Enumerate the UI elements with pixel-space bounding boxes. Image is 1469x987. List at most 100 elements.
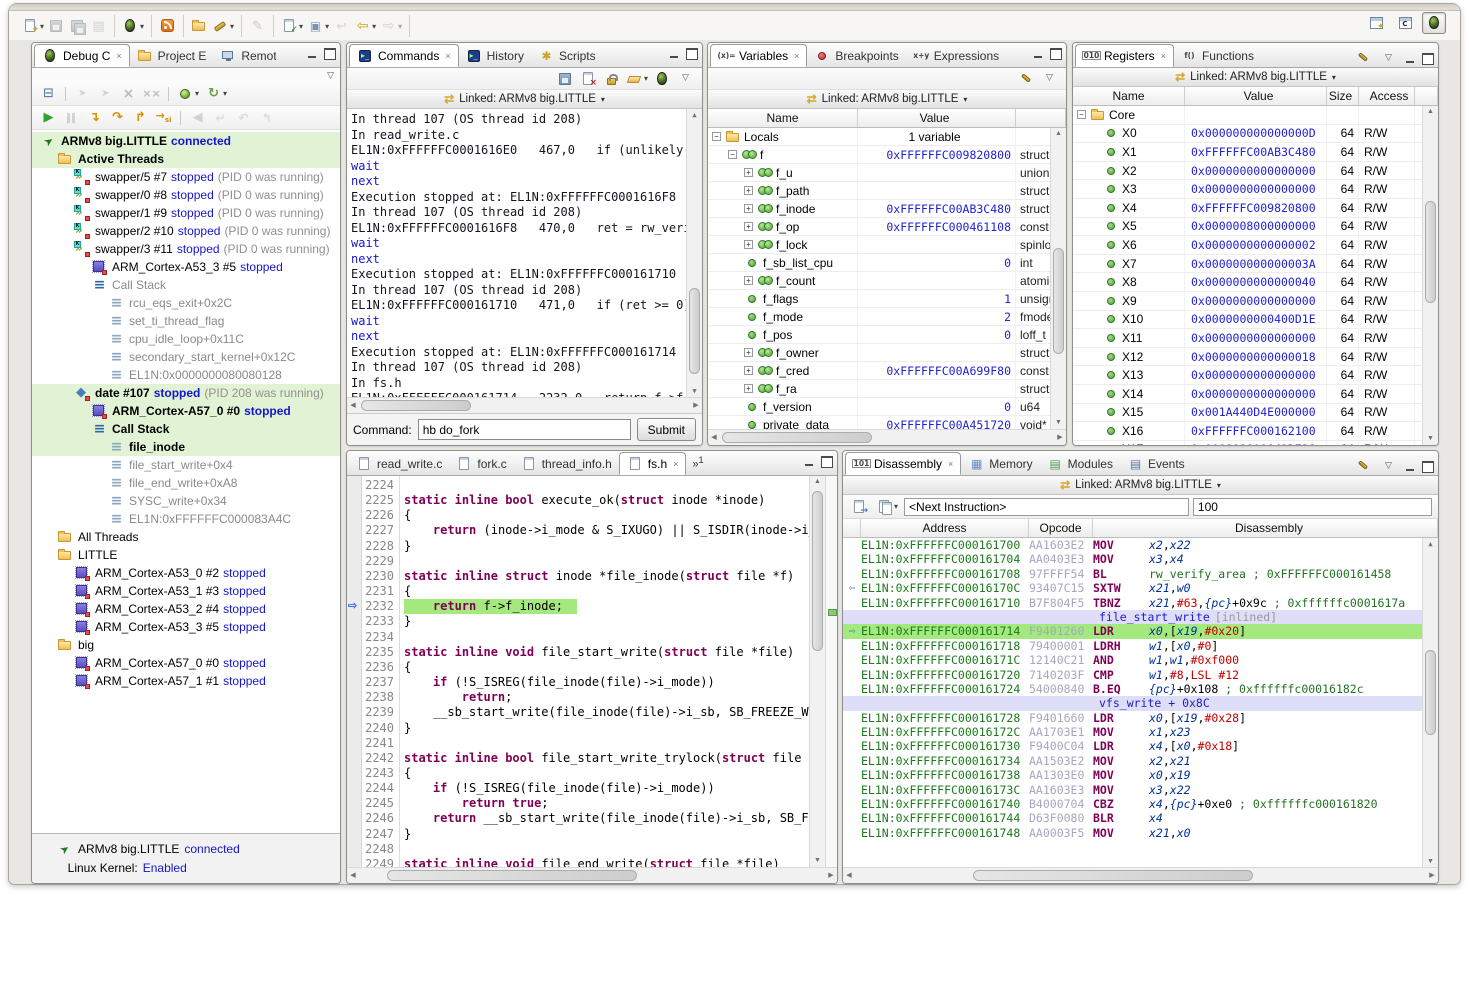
tab-history[interactable]: ▸_History (459, 44, 531, 67)
lock-scroll-button[interactable] (601, 69, 622, 89)
column-header-gutter[interactable] (843, 519, 861, 537)
tab-disassembly[interactable]: 101Disassembly× (845, 452, 961, 475)
table-row-x4[interactable]: X40xFFFFFFC00982080064R/W (1073, 199, 1438, 218)
table-row-f-cred[interactable]: +f_cred0xFFFFFFC00A699F80const stru (708, 362, 1066, 380)
commands-console[interactable]: In thread 107 (OS thread id 208)In read_… (347, 109, 702, 397)
table-row-core[interactable]: −Core (1073, 106, 1438, 125)
collapse-all-button[interactable]: ⊟ (38, 84, 59, 104)
tree-item-arm-cortex-a53-3-5[interactable]: ARM_Cortex-A53_3 #5stopped (32, 258, 340, 276)
step-in-button[interactable]: ↴ (84, 108, 105, 128)
vertical-scrollbar[interactable]: ▲▼ (1050, 128, 1066, 429)
view-menu-button[interactable]: ▽ (675, 69, 696, 89)
column-header-disassembly[interactable]: Disassembly (1093, 519, 1438, 537)
column-header-opcode[interactable]: Opcode (1029, 519, 1093, 537)
pin-button[interactable] (1016, 69, 1037, 89)
vertical-scrollbar[interactable]: ▲▼ (686, 109, 702, 397)
tab-modules[interactable]: ▤Modules (1040, 452, 1120, 475)
table-row-f-pos[interactable]: f_pos0loff_t (708, 326, 1066, 344)
registers-header[interactable]: NameValueSizeAccess (1073, 87, 1438, 106)
debug-button[interactable]: ▾ (120, 16, 146, 36)
maximize-button[interactable] (820, 456, 832, 467)
minimize-button[interactable] (1032, 48, 1044, 59)
horizontal-scrollbar[interactable]: ◀▶ (843, 867, 1438, 883)
disassembly-row[interactable]: EL1N:0xFFFFFFC000161728F9401660LDRx0,[x1… (843, 711, 1438, 725)
open-folder-button[interactable] (189, 16, 210, 36)
minimize-button[interactable] (306, 48, 318, 59)
maximize-button[interactable] (323, 48, 335, 59)
vertical-scrollbar[interactable]: ▲▼ (1422, 538, 1438, 867)
tab-memory[interactable]: ▦Memory (961, 452, 1039, 475)
view-menu-button[interactable]: ▽ (1378, 456, 1399, 476)
table-row-x9[interactable]: X90x000000000000000064R/W (1073, 292, 1438, 311)
minimize-button[interactable] (1404, 53, 1416, 64)
table-row-f-path[interactable]: +f_pathstruct pat (708, 182, 1066, 200)
table-row-x7[interactable]: X70x000000000000003A64R/W (1073, 255, 1438, 274)
disassembly-row[interactable]: EL1N:0xFFFFFFC00016170897FFFF54BLrw_veri… (843, 567, 1438, 581)
view-menu-icon[interactable]: ▽ (327, 70, 334, 81)
minimize-button[interactable] (668, 48, 680, 59)
tab-fs-h[interactable]: fs.h× (619, 452, 687, 475)
table-row-x3[interactable]: X30x000000000000000064R/W (1073, 180, 1438, 199)
new-file-button[interactable]: ✦▾ (20, 16, 46, 36)
table-row-x6[interactable]: X60x000000000000000264R/W (1073, 236, 1438, 255)
tree-item-swapper-3-11[interactable]: »Kswapper/3 #11stopped(PID 0 was running… (32, 240, 340, 258)
view-menu-button[interactable]: ▽ (1378, 48, 1399, 68)
tree-item-arm-cortex-a53-1-3[interactable]: ARM_Cortex-A53_1 #3stopped (32, 582, 340, 600)
column-header-access[interactable]: Access (1359, 87, 1415, 105)
step-over-button[interactable]: ↷ (107, 108, 128, 128)
tree-item-all-threads[interactable]: All Threads (32, 528, 340, 546)
linked-context-bar[interactable]: ⇄Linked: ARMv8 big.LITTLE▾ (347, 90, 702, 109)
table-row-x1[interactable]: X10xFFFFFFC00AB3C48064R/W (1073, 143, 1438, 162)
tree-item-cpu-idle-loop-0x11c[interactable]: ≡cpu_idle_loop+0x11C (32, 330, 340, 348)
table-row-f-count[interactable]: +f_countatomic_lo (708, 272, 1066, 290)
vertical-scrollbar[interactable]: ▲▼ (1422, 106, 1438, 445)
column-header-name[interactable]: Name (1073, 87, 1185, 105)
refresh-button[interactable]: ↻▾ (203, 84, 229, 104)
tree-item-arm-cortex-a57-1-1[interactable]: ARM_Cortex-A57_1 #1stopped (32, 672, 340, 690)
feed-button[interactable] (157, 16, 178, 36)
flashlight-button[interactable]: ▾ (210, 16, 236, 36)
maximize-button[interactable] (1049, 48, 1061, 59)
table-row-private-data[interactable]: private_data0xFFFFFFC00A451720void* (708, 416, 1066, 429)
table-row-f-u[interactable]: +f_uunion (708, 164, 1066, 182)
scrollbar-thumb[interactable] (387, 870, 637, 881)
column-header-value[interactable]: Value (1185, 87, 1327, 105)
disassembly-row[interactable]: EL1N:0xFFFFFFC00016172CAA1703E1MOVx1,x23 (843, 725, 1438, 739)
scrollbar-thumb[interactable] (361, 400, 471, 411)
editor-code-area[interactable]: static inline bool execute_ok(struct ino… (400, 476, 825, 867)
vertical-scrollbar[interactable]: ▲▼ (809, 476, 825, 867)
table-row-f-ra[interactable]: +f_rastruct file (708, 380, 1066, 398)
table-row-x15[interactable]: X150x001A440D4E00000064R/W (1073, 404, 1438, 423)
pin-button[interactable] (1353, 48, 1374, 68)
table-row-f-sb-list-cpu[interactable]: f_sb_list_cpu0int (708, 254, 1066, 272)
column-header-name[interactable]: Name (708, 109, 858, 127)
tab-remote[interactable]: Remote (213, 44, 276, 67)
disassembly-row[interactable]: EL1N:0xFFFFFFC00016171879400001LDRHw1,[x… (843, 639, 1438, 653)
hidden-tabs-indicator[interactable]: »1 (692, 455, 703, 475)
editor-body[interactable]: ⇨ 22242225222622272228222922302231223222… (347, 476, 837, 867)
tree-item-swapper-1-9[interactable]: »Kswapper/1 #9stopped(PID 0 was running) (32, 204, 340, 222)
disassembly-row[interactable]: ⇨EL1N:0xFFFFFFC000161714F9401260LDRx0,[x… (843, 624, 1438, 638)
scrollbar-thumb[interactable] (812, 491, 823, 651)
tree-item-arm-cortex-a57-0-0[interactable]: ARM_Cortex-A57_0 #0stopped (32, 402, 340, 420)
nav-copy-button[interactable]: ▾ (874, 497, 900, 517)
maximize-button[interactable] (1421, 461, 1433, 472)
table-row-x10[interactable]: X100x0000000000400D1E64R/W (1073, 311, 1438, 330)
tab-events[interactable]: ▤Events (1120, 452, 1192, 475)
disassembly-row[interactable]: EL1N:0xFFFFFFC000161700AA1603E2MOVx2,x22 (843, 538, 1438, 552)
table-row-locals[interactable]: −Locals1 variable (708, 128, 1066, 146)
scrollbar-thumb[interactable] (973, 870, 1253, 881)
tree-item-arm-cortex-a53-0-2[interactable]: ARM_Cortex-A53_0 #2stopped (32, 564, 340, 582)
tab-fork-c[interactable]: fork.c (449, 452, 513, 475)
tree-item-swapper-5-7[interactable]: »Kswapper/5 #7stopped(PID 0 was running) (32, 168, 340, 186)
table-row-x13[interactable]: X130x000000000000000064R/W (1073, 366, 1438, 385)
horizontal-scrollbar[interactable]: ◀▶ (708, 429, 1066, 445)
table-row-f-version[interactable]: f_version0u64 (708, 398, 1066, 416)
tree-item-call-stack[interactable]: ≡Call Stack (32, 420, 340, 438)
linked-context-bar[interactable]: ⇄Linked: ARMv8 big.LITTLE▾ (1073, 68, 1438, 87)
disassembly-row[interactable]: EL1N:0xFFFFFFC000161740B4000704CBZx4,{pc… (843, 797, 1438, 811)
tree-item-armv8-big-little[interactable]: ➤ARMv8 big.LITTLEconnected (32, 132, 340, 150)
tab-variables[interactable]: (x)=Variables× (710, 44, 807, 67)
persp-c-button[interactable]: C (1393, 12, 1417, 34)
disassembly-row[interactable]: EL1N:0xFFFFFFC00016173CAA1603E3MOVx3,x22 (843, 783, 1438, 797)
